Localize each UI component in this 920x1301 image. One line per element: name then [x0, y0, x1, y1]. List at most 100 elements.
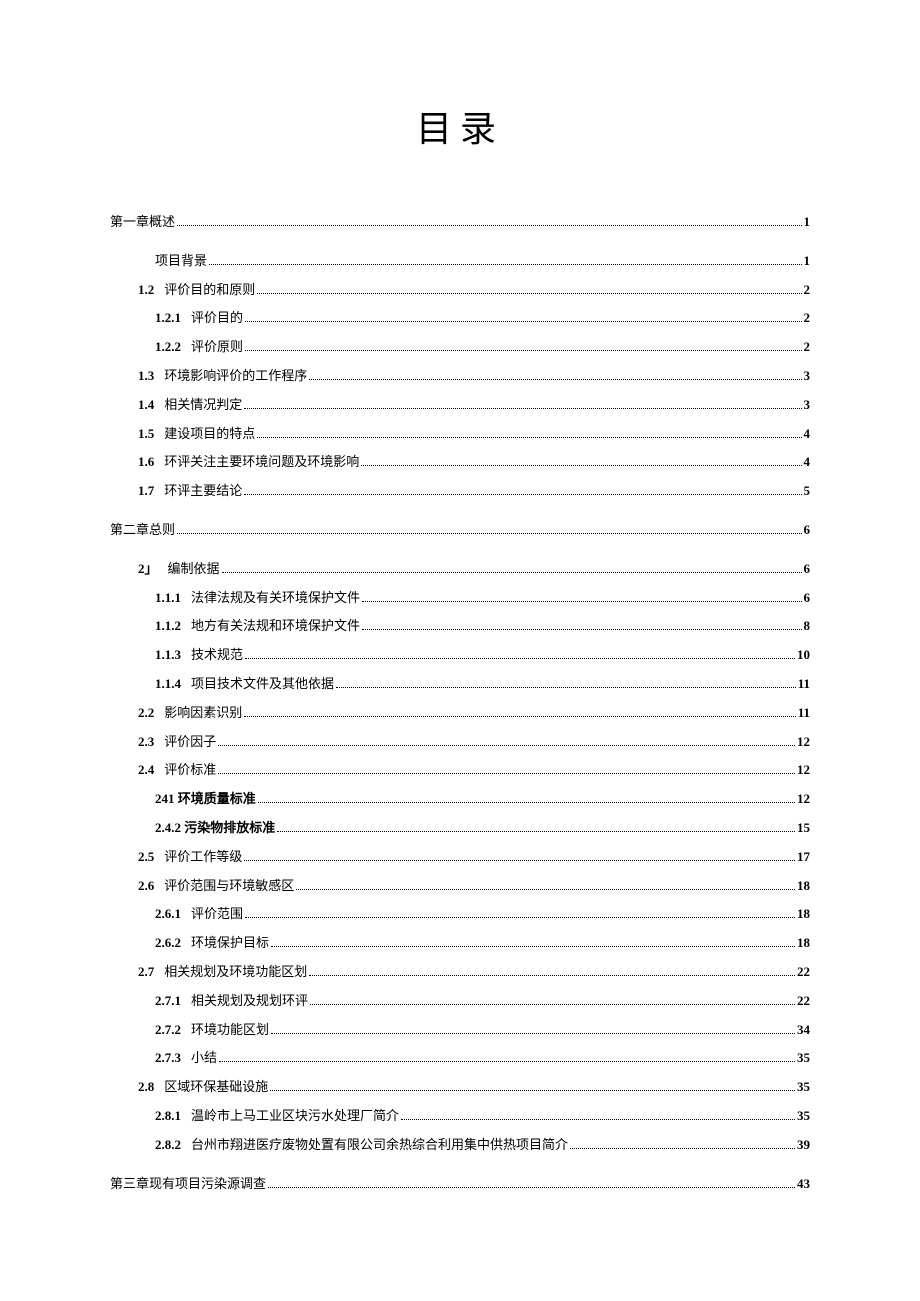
- toc-entry-text: 技术规范: [191, 645, 243, 666]
- toc-entry-text: 项目技术文件及其他依据: [191, 674, 334, 695]
- toc-dots: [218, 745, 795, 746]
- toc-entry-number: 2.7: [138, 962, 154, 983]
- toc-entry-page: 3: [804, 366, 811, 387]
- toc-entry: 2.8.1温岭市上马工业区块污水处理厂简介35: [155, 1106, 810, 1127]
- toc-entry: 1.2.2评价原则2: [155, 337, 810, 358]
- toc-entry-page: 6: [804, 588, 811, 609]
- toc-entry-text: 环评关注主要环境问题及环境影响: [164, 452, 359, 473]
- toc-entry-text: 第一章概述: [110, 212, 175, 233]
- toc-entry-page: 3: [804, 395, 811, 416]
- toc-entry: 1.1.4 项目技术文件及其他依据 11: [155, 674, 810, 695]
- toc-entry: 1.2.1评价目的2: [155, 308, 810, 329]
- toc-entry-page: 8: [804, 616, 811, 637]
- toc-entry-page: 12: [797, 732, 810, 753]
- toc-entry-text: 评价标准: [164, 760, 216, 781]
- toc-dots: [362, 629, 801, 630]
- toc-dots: [570, 1148, 795, 1149]
- toc-entry: 2.7.2环境功能区划34: [155, 1020, 810, 1041]
- toc-entry-text: 第二章总则: [110, 520, 175, 541]
- toc-dots: [245, 658, 795, 659]
- toc-entry-text: 相关情况判定: [164, 395, 242, 416]
- toc-entry-text: 小结: [191, 1048, 217, 1069]
- toc-entry-number: 2.8.2: [155, 1135, 181, 1156]
- toc-entry-page: 4: [804, 424, 811, 445]
- toc-entry: 2.8区域环保基础设施35: [138, 1077, 810, 1098]
- toc-dots: [245, 321, 801, 322]
- toc-entry-number: 2.7.2: [155, 1020, 181, 1041]
- toc-entry: 第二章总则 6: [110, 520, 810, 541]
- toc-entry: 2」编制依据6: [138, 559, 810, 580]
- toc-dots: [257, 437, 801, 438]
- toc-entry-number: 2.4: [138, 760, 154, 781]
- toc-dots: [209, 264, 801, 265]
- toc-entry-number: 1.4: [138, 395, 154, 416]
- toc-entry-number: 1.2: [138, 280, 154, 301]
- toc-entry-text: 温岭市上马工业区块污水处理厂简介: [191, 1106, 399, 1127]
- toc-entry: 1.4 相关情况判定 3: [138, 395, 810, 416]
- toc-dots: [271, 1033, 795, 1034]
- toc-entry: 项目背景1: [155, 251, 810, 272]
- toc-entry-text: 法律法规及有关环境保护文件: [191, 588, 360, 609]
- toc-entry-text: 评价工作等级: [164, 847, 242, 868]
- toc-entry-number: 2.7.1: [155, 991, 181, 1012]
- toc-entry: 1.2评价目的和原则2: [138, 280, 810, 301]
- toc-entry: 1.3环境影响评价的工作程序3: [138, 366, 810, 387]
- toc-entry-text: 建设项目的特点: [164, 424, 255, 445]
- toc-entry: 1.1.3技术规范10: [155, 645, 810, 666]
- toc-dots: [401, 1119, 795, 1120]
- toc-entry-number: 1.5: [138, 424, 154, 445]
- toc-title: 目录: [110, 100, 810, 152]
- toc-entry-page: 18: [797, 933, 810, 954]
- toc-entry: 第一章概述1: [110, 212, 810, 233]
- toc-entry-page: 6: [804, 520, 811, 541]
- toc-entry-number: 2.2: [138, 703, 154, 724]
- toc-entry: 2.8.2台州市翔进医疗废物处置有限公司余热综合利用集中供热项目简介39: [155, 1135, 810, 1156]
- toc-entry-number: 1.2.2: [155, 337, 181, 358]
- toc-entry-page: 2: [804, 280, 811, 301]
- toc-entry-number: 1.1.2: [155, 616, 181, 637]
- toc-entry-page: 35: [797, 1106, 810, 1127]
- toc-entry-text: 项目背景: [155, 251, 207, 272]
- toc-entry-page: 15: [797, 818, 810, 839]
- toc-entry-number: 1.3: [138, 366, 154, 387]
- toc-entry: 2.6.1评价范围18: [155, 904, 810, 925]
- toc-entry-number: 2.7.3: [155, 1048, 181, 1069]
- toc-entry-number: 1.1.1: [155, 588, 181, 609]
- toc-dots: [336, 687, 796, 688]
- toc-entry-page: 43: [797, 1174, 810, 1195]
- toc-entry-text: 相关规划及环境功能区划: [164, 962, 307, 983]
- toc-entry-number: 2」: [138, 559, 158, 580]
- toc-dots: [222, 572, 802, 573]
- toc-dots: [244, 860, 795, 861]
- toc-entry-number: 1.1.4: [155, 674, 181, 695]
- toc-dots: [309, 975, 795, 976]
- toc-entry-page: 5: [804, 481, 811, 502]
- toc-dots: [245, 917, 795, 918]
- toc-entry-number: 2.6: [138, 876, 154, 897]
- toc-entry-page: 10: [797, 645, 810, 666]
- toc-entry: 2.7.1 相关规划及规划环评 22: [155, 991, 810, 1012]
- toc-entry-page: 35: [797, 1077, 810, 1098]
- toc-entry-number: 2.6.2: [155, 933, 181, 954]
- toc-entry-text: 评价范围与环境敏感区: [164, 876, 294, 897]
- toc-entry: 2.6.2环境保护目标18: [155, 933, 810, 954]
- toc-container: 第一章概述1 项目背景1 1.2评价目的和原则2 1.2.1评价目的2 1.2.2评价原…: [110, 212, 810, 1194]
- toc-entry: 2.7.3 小结 35: [155, 1048, 810, 1069]
- toc-dots: [218, 773, 795, 774]
- toc-dots: [309, 379, 801, 380]
- toc-entry-number: 2.3: [138, 732, 154, 753]
- toc-entry-number: 1.7: [138, 481, 154, 502]
- toc-entry-text: 环境功能区划: [191, 1020, 269, 1041]
- toc-entry: 2.5评价工作等级17: [138, 847, 810, 868]
- toc-dots: [244, 494, 801, 495]
- toc-entry-page: 35: [797, 1048, 810, 1069]
- toc-entry-text: 评价目的: [191, 308, 243, 329]
- toc-entry-page: 11: [798, 674, 810, 695]
- toc-entry: 1.5 建设项目的特点 4: [138, 424, 810, 445]
- toc-entry-text: 2.4.2 污染物排放标准: [155, 818, 275, 839]
- toc-entry-page: 12: [797, 760, 810, 781]
- toc-entry-page: 22: [797, 991, 810, 1012]
- toc-dots: [268, 1187, 795, 1188]
- toc-entry-text: 相关规划及规划环评: [191, 991, 308, 1012]
- toc-entry: 1.6环评关注主要环境问题及环境影响4: [138, 452, 810, 473]
